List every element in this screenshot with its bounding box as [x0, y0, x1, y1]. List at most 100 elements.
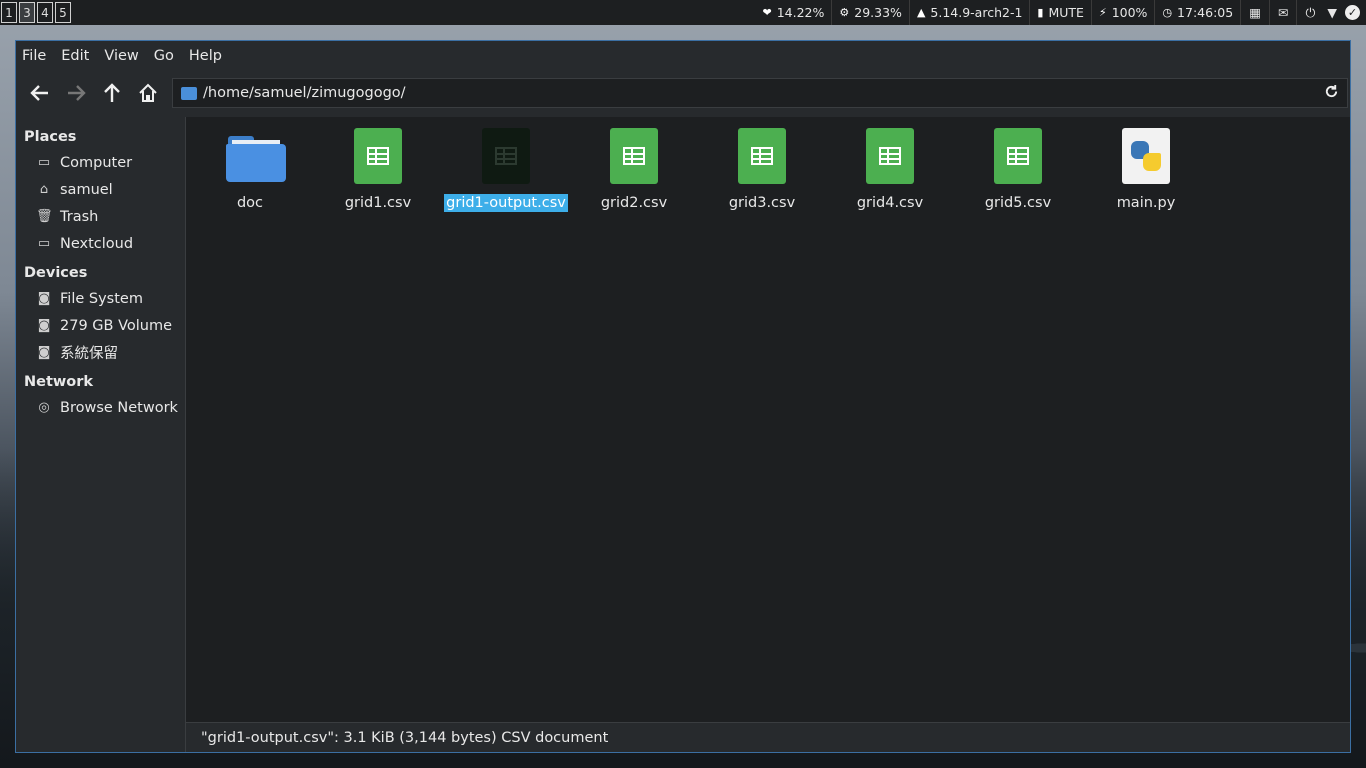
home-icon	[139, 83, 157, 102]
sidebar-item-file-system[interactable]: ◙ File System	[16, 285, 185, 312]
file-name: grid1.csv	[344, 195, 412, 211]
file-name: main.py	[1116, 195, 1176, 211]
arrow-right-icon	[68, 85, 86, 101]
arch-logo-icon: ▲	[916, 6, 926, 19]
cpu-value: 14.22%	[776, 5, 825, 20]
grid-icon: ▦	[1249, 5, 1261, 20]
file-name: doc	[236, 195, 264, 211]
spreadsheet-icon	[738, 128, 786, 184]
sidebar-item-trash[interactable]: 🗑 Trash	[16, 203, 185, 230]
spreadsheet-icon	[354, 128, 402, 184]
path-bar[interactable]: /home/samuel/zimugogogo/	[172, 78, 1348, 108]
mail-button[interactable]: ✉	[1270, 0, 1298, 25]
spreadsheet-icon	[610, 128, 658, 184]
plug-icon: ⚡	[1098, 6, 1107, 19]
sidebar: Places ▭ Computer ⌂ samuel 🗑 Trash ▭ Nex…	[16, 117, 186, 752]
menu-edit[interactable]: Edit	[61, 48, 89, 64]
folder-icon	[181, 86, 197, 100]
sidebar-item-label: Computer	[60, 154, 133, 171]
clock-indicator[interactable]: ◷ 17:46:05	[1155, 0, 1242, 25]
file-item-grid1[interactable]: grid1.csv	[314, 128, 442, 212]
forward-button[interactable]	[60, 77, 92, 109]
sidebar-item-label: Browse Network	[60, 399, 178, 416]
sidebar-header-devices: Devices	[24, 265, 88, 281]
sidebar-item-nextcloud[interactable]: ▭ Nextcloud	[16, 230, 185, 257]
status-area: ❤ 14.22% ⚙ 29.33% ▲ 5.14.9-arch2-1 ▮ MUT…	[756, 0, 1366, 25]
workspace-button-active[interactable]: 3	[19, 2, 35, 23]
wifi-button[interactable]: ▼	[1323, 0, 1341, 25]
wifi-icon: ▼	[1327, 5, 1337, 20]
file-item-grid4[interactable]: grid4.csv	[826, 128, 954, 212]
drive-icon: ◙	[37, 318, 51, 333]
battery-indicator[interactable]: ⚡ 100%	[1092, 0, 1156, 25]
memory-indicator[interactable]: ⚙ 29.33%	[832, 0, 910, 25]
clock-icon: ◷	[1162, 6, 1173, 19]
file-item-doc[interactable]: doc	[186, 128, 314, 212]
spreadsheet-icon	[482, 128, 530, 184]
network-icon: ◎	[38, 400, 50, 415]
spreadsheet-icon	[994, 128, 1042, 184]
sidebar-item-label: samuel	[60, 181, 113, 198]
workspace-button[interactable]: 5	[55, 2, 71, 23]
menu-bar: File Edit View Go Help	[16, 41, 1350, 71]
memory-value: 29.33%	[854, 5, 902, 20]
sidebar-item-label: File System	[60, 290, 143, 307]
sidebar-item-browse-network[interactable]: ◎ Browse Network	[16, 394, 185, 421]
reload-icon	[1325, 84, 1338, 97]
file-name-selected: grid1-output.csv	[444, 194, 568, 212]
menu-view[interactable]: View	[104, 48, 138, 64]
sidebar-item-samuel[interactable]: ⌂ samuel	[16, 176, 185, 203]
reload-button[interactable]	[1324, 84, 1339, 103]
file-view[interactable]: doc grid1.csv grid1-output.csv grid2.csv…	[186, 117, 1350, 752]
top-panel: 1 3 4 5 ❤ 14.22% ⚙ 29.33% ▲ 5.14.9-arch2…	[0, 0, 1366, 25]
power-icon: ⏻	[1305, 4, 1316, 20]
folder-icon	[226, 136, 286, 182]
file-item-grid1-output[interactable]: grid1-output.csv	[442, 128, 570, 212]
speaker-icon: ▮	[1037, 6, 1044, 19]
path-text: /home/samuel/zimugogogo/	[203, 85, 406, 101]
up-button[interactable]	[96, 77, 128, 109]
file-item-main-py[interactable]: main.py	[1082, 128, 1210, 212]
file-item-grid2[interactable]: grid2.csv	[570, 128, 698, 212]
menu-file[interactable]: File	[22, 48, 46, 64]
file-name: grid2.csv	[600, 195, 668, 211]
mail-icon: ✉	[1278, 5, 1289, 20]
sidebar-item-label: 279 GB Volume	[60, 317, 173, 334]
toolbar: /home/samuel/zimugogogo/	[16, 71, 1350, 115]
apps-grid-button[interactable]: ▦	[1241, 0, 1270, 25]
clock-value: 17:46:05	[1177, 5, 1234, 20]
file-item-grid3[interactable]: grid3.csv	[698, 128, 826, 212]
check-button[interactable]: ✓	[1341, 0, 1366, 25]
drive-icon: ◙	[37, 291, 51, 306]
back-button[interactable]	[24, 77, 56, 109]
menu-go[interactable]: Go	[154, 48, 174, 64]
volume-indicator[interactable]: ▮ MUTE	[1030, 0, 1092, 25]
file-name: grid4.csv	[856, 195, 924, 211]
drive-icon: ◙	[37, 345, 51, 360]
kernel-indicator[interactable]: ▲ 5.14.9-arch2-1	[910, 0, 1031, 25]
file-item-grid5[interactable]: grid5.csv	[954, 128, 1082, 212]
arrow-left-icon	[30, 85, 48, 101]
sidebar-item-label: Nextcloud	[60, 235, 134, 252]
window-body: Places ▭ Computer ⌂ samuel 🗑 Trash ▭ Nex…	[16, 117, 1350, 752]
cpu-indicator[interactable]: ❤ 14.22%	[756, 0, 833, 25]
sidebar-item-volume[interactable]: ◙ 279 GB Volume	[16, 312, 185, 339]
arrow-up-icon	[104, 83, 120, 102]
home-button[interactable]	[132, 77, 164, 109]
file-manager-window: File Edit View Go Help /home/samuel/zimu…	[15, 40, 1351, 753]
sidebar-header-places: Places	[24, 129, 77, 145]
workspace-button[interactable]: 1	[1, 2, 17, 23]
sidebar-item-system-reserved[interactable]: ◙ 系統保留	[16, 339, 185, 366]
home-icon: ⌂	[39, 182, 49, 197]
chip-icon: ⚙	[839, 6, 850, 19]
kernel-value: 5.14.9-arch2-1	[930, 5, 1023, 20]
file-grid: doc grid1.csv grid1-output.csv grid2.csv…	[186, 117, 1210, 212]
sidebar-item-computer[interactable]: ▭ Computer	[16, 149, 185, 176]
power-button[interactable]: ⏻	[1297, 0, 1323, 25]
menu-help[interactable]: Help	[189, 48, 222, 64]
sidebar-item-label: 系統保留	[60, 346, 118, 362]
battery-value: 100%	[1111, 5, 1148, 20]
volume-value: MUTE	[1048, 5, 1084, 20]
workspace-button[interactable]: 4	[37, 2, 53, 23]
status-bar: "grid1-output.csv": 3.1 KiB (3,144 bytes…	[186, 722, 1350, 752]
